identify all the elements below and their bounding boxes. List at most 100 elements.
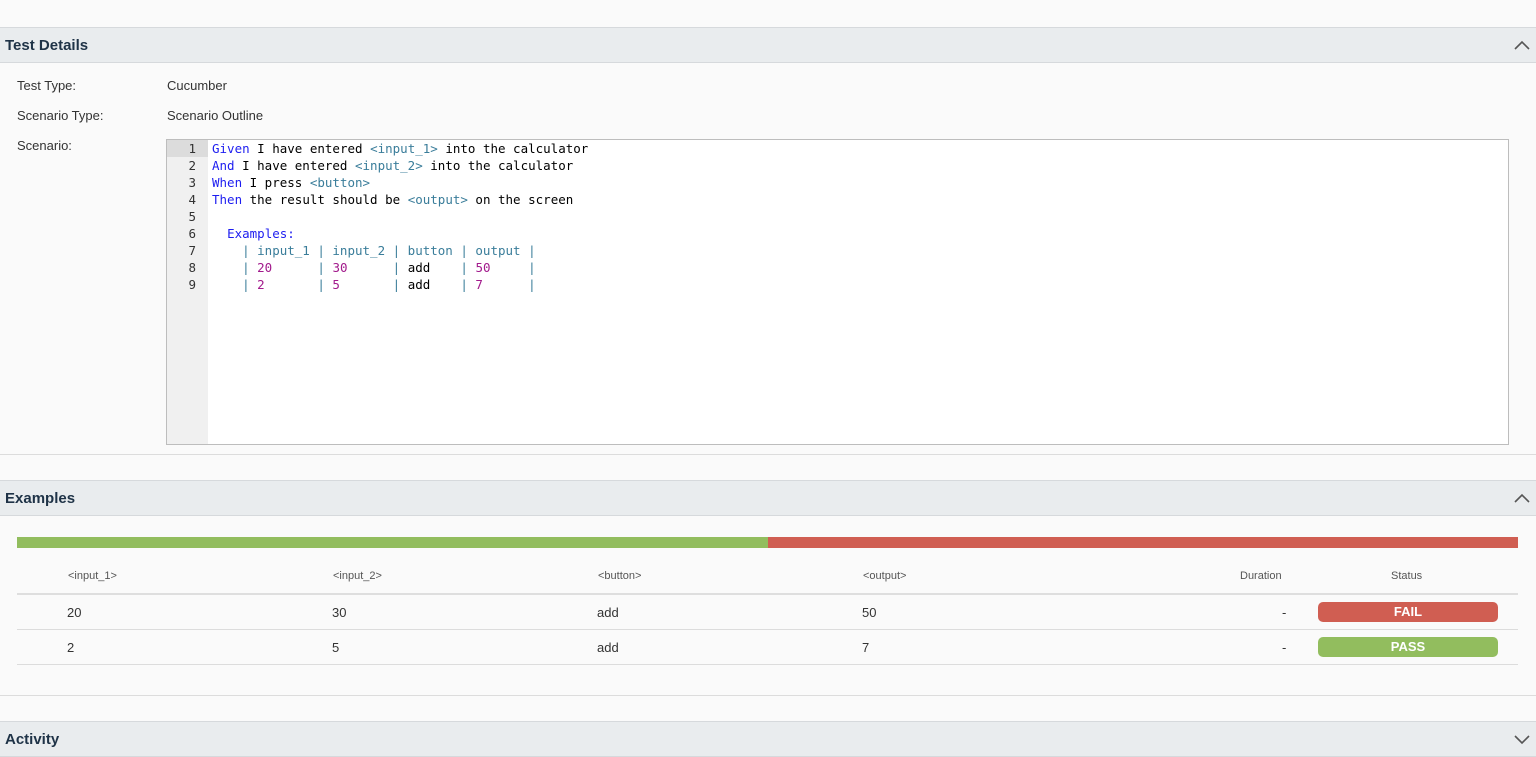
cell-duration: - <box>1282 640 1287 655</box>
cell-input-1: 2 <box>67 640 75 655</box>
code-line[interactable]: 6 Examples: <box>167 225 1508 242</box>
code-token: | <box>339 277 408 292</box>
line-number: 3 <box>188 175 196 190</box>
column-header-input-1[interactable]: <input_1> <box>68 570 117 582</box>
line-number: 1 <box>188 141 196 156</box>
line-number-box: 7 <box>167 242 208 259</box>
code-token: | <box>430 277 476 292</box>
scenario-code-editor[interactable]: 1 Given I have entered <input_1> into the… <box>166 139 1509 445</box>
code-token: <input_1> <box>370 141 438 156</box>
line-number-box: 8 <box>167 259 208 276</box>
chevron-down-icon[interactable] <box>1513 732 1531 746</box>
line-number: 2 <box>188 158 196 173</box>
column-header-status[interactable]: Status <box>1391 570 1422 582</box>
code-token: 20 <box>257 260 273 275</box>
code-line[interactable]: 5 <box>167 208 1508 225</box>
code-token: add <box>407 277 431 292</box>
code-token: Then <box>212 192 243 207</box>
code-token: | <box>264 277 333 292</box>
code-token: | <box>212 260 258 275</box>
line-number-box: 5 <box>167 208 208 225</box>
code-token: 50 <box>475 260 491 275</box>
column-header-button[interactable]: <button> <box>598 570 641 582</box>
code-token: 2 <box>257 277 265 292</box>
code-text: | 20 | 30 | add | 50 | <box>212 259 536 276</box>
page: Test Details Test Type: Cucumber Scenari… <box>0 0 1536 757</box>
progress-pass-segment <box>17 537 768 548</box>
cell-input-2: 5 <box>332 640 340 655</box>
code-line[interactable]: 3 When I press <button> <box>167 174 1508 191</box>
test-type-value: Cucumber <box>167 78 227 93</box>
cell-duration: - <box>1282 605 1287 620</box>
chevron-up-icon[interactable] <box>1513 491 1531 505</box>
test-type-label: Test Type: <box>17 78 77 93</box>
code-text: Then the result should be <output> on th… <box>212 191 573 208</box>
progress-fail-segment <box>767 537 1518 548</box>
scenario-type-label: Scenario Type: <box>17 108 104 123</box>
activity-header[interactable]: Activity <box>0 721 1536 757</box>
status-badge-fail: FAIL <box>1318 602 1498 622</box>
line-number-box: 6 <box>167 225 208 242</box>
code-line[interactable]: 1 Given I have entered <input_1> into the… <box>167 140 1508 157</box>
scenario-label: Scenario: <box>17 138 72 153</box>
line-number: 8 <box>188 260 196 275</box>
cell-output: 50 <box>862 605 877 620</box>
code-line[interactable]: 4 Then the result should be <output> on t… <box>167 191 1508 208</box>
code-token: And <box>212 158 235 173</box>
code-token: I have entered <box>234 158 355 173</box>
line-number-box: 1 <box>167 140 208 157</box>
code-token: 30 <box>332 260 348 275</box>
row-divider <box>17 629 1518 630</box>
examples-title: Examples <box>5 490 76 507</box>
code-token: When <box>212 175 243 190</box>
code-token: | input_1 | input_2 | button | output | <box>212 243 536 258</box>
code-line[interactable]: 8 | 20 | 30 | add | 50 | <box>167 259 1508 276</box>
code-token: into the calculator <box>437 141 589 156</box>
table-header-divider <box>17 593 1518 595</box>
code-text: Examples: <box>212 225 295 242</box>
cell-output: 7 <box>862 640 870 655</box>
code-token: | <box>272 260 333 275</box>
cell-input-1: 20 <box>67 605 82 620</box>
activity-title: Activity <box>5 731 60 748</box>
line-number-box: 4 <box>167 191 208 208</box>
code-token: add <box>407 260 431 275</box>
row-divider <box>17 664 1518 665</box>
code-token: 7 <box>475 277 483 292</box>
column-header-duration[interactable]: Duration <box>1240 570 1282 582</box>
code-token: into the calculator <box>422 158 574 173</box>
code-token: the result should be <box>242 192 408 207</box>
line-number: 7 <box>188 243 196 258</box>
code-token: Examples: <box>227 226 295 241</box>
line-number: 5 <box>188 209 196 224</box>
code-token: | <box>482 277 536 292</box>
code-text: | 2 | 5 | add | 7 | <box>212 276 536 293</box>
test-details-header[interactable]: Test Details <box>0 27 1536 63</box>
line-number-box: 9 <box>167 276 208 293</box>
examples-progress-bar <box>17 537 1518 548</box>
line-number: 6 <box>188 226 196 241</box>
column-header-input-2[interactable]: <input_2> <box>333 570 382 582</box>
chevron-up-icon[interactable] <box>1513 38 1531 52</box>
code-token: | <box>490 260 536 275</box>
code-line[interactable]: 2 And I have entered <input_2> into the c… <box>167 157 1508 174</box>
cell-button: add <box>597 640 619 655</box>
code-line[interactable]: 7 | input_1 | input_2 | button | output … <box>167 242 1508 259</box>
section-divider <box>0 454 1536 455</box>
code-token: <input_2> <box>355 158 423 173</box>
cell-input-2: 30 <box>332 605 347 620</box>
line-number: 4 <box>188 192 196 207</box>
line-number-box: 3 <box>167 174 208 191</box>
scenario-type-value: Scenario Outline <box>167 108 264 123</box>
code-token: | <box>347 260 408 275</box>
code-line[interactable]: 9 | 2 | 5 | add | 7 | <box>167 276 1508 293</box>
code-token: I have entered <box>249 141 371 156</box>
code-token: | <box>212 277 258 292</box>
column-header-output[interactable]: <output> <box>863 570 906 582</box>
code-token: 5 <box>332 277 340 292</box>
examples-header[interactable]: Examples <box>0 480 1536 516</box>
status-badge-pass: PASS <box>1318 637 1498 657</box>
line-number: 9 <box>188 277 196 292</box>
code-token: <output> <box>407 192 468 207</box>
